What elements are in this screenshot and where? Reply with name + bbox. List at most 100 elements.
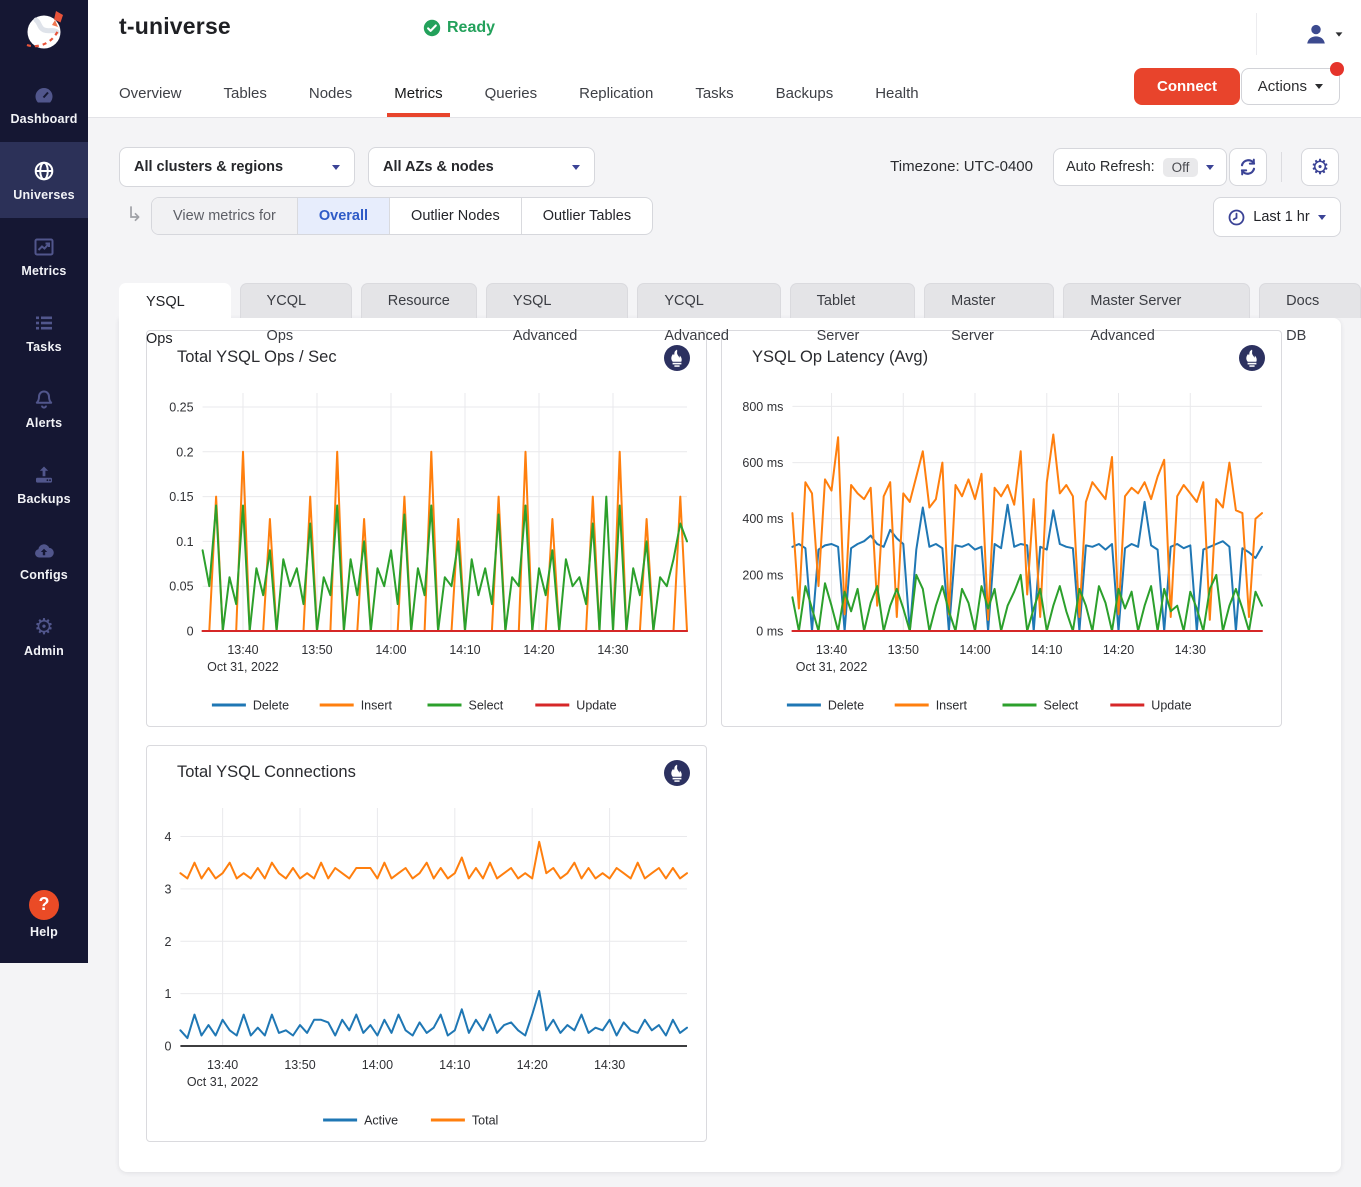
metrics-panel: Total YSQL Ops / Sec 0.250.20.150.10.050… (119, 318, 1341, 1172)
settings-button[interactable]: ⚙ (1301, 148, 1339, 186)
view-metrics-label: View metrics for (152, 198, 298, 234)
status-badge: Ready (423, 19, 495, 37)
universes-globe-icon (32, 159, 56, 183)
page-title: t-universe (119, 13, 231, 40)
connect-button[interactable]: Connect (1134, 68, 1240, 105)
actions-button[interactable]: Actions (1241, 68, 1340, 105)
tab-label: Nodes (309, 85, 352, 102)
tab-replication[interactable]: Replication (558, 85, 674, 117)
sidebar-item-alerts[interactable]: Alerts (0, 370, 88, 446)
tasks-list-icon (32, 311, 56, 335)
svg-text:0.25: 0.25 (169, 400, 193, 414)
view-tab-outlier-nodes[interactable]: Outlier Nodes (390, 198, 522, 234)
tab-tasks[interactable]: Tasks (674, 85, 754, 117)
sidebar: Dashboard Universes Metrics Tasks Alerts (0, 0, 88, 963)
svg-text:13:40: 13:40 (816, 643, 847, 657)
auto-refresh-label: Auto Refresh: (1066, 159, 1155, 175)
toolbar-divider (1281, 152, 1282, 182)
view-tab-outlier-tables[interactable]: Outlier Tables (522, 198, 652, 234)
svg-text:14:00: 14:00 (959, 643, 990, 657)
svg-text:Select: Select (469, 699, 504, 713)
sidebar-item-backups[interactable]: Backups (0, 446, 88, 522)
auto-refresh-value: Off (1163, 158, 1199, 177)
sidebar-item-tasks[interactable]: Tasks (0, 294, 88, 370)
chevron-down-icon (1318, 215, 1326, 220)
svg-text:14:30: 14:30 (597, 643, 628, 657)
sidebar-item-label: Help (30, 925, 58, 939)
line-chart-ysql-op-latency[interactable]: 800 ms600 ms400 ms200 ms0 ms13:40Oct 31,… (732, 381, 1273, 726)
prometheus-icon[interactable] (664, 760, 690, 786)
svg-text:Update: Update (576, 699, 616, 713)
dashboard-icon (32, 83, 56, 107)
svg-text:14:20: 14:20 (517, 1058, 548, 1072)
tab-overview[interactable]: Overview (98, 85, 203, 117)
tab-queries[interactable]: Queries (464, 85, 559, 117)
backups-upload-icon (32, 463, 56, 487)
clusters-regions-select[interactable]: All clusters & regions (119, 147, 355, 187)
metric-tab-ycql-advanced[interactable]: YCQL Advanced (637, 283, 780, 318)
chart-card-total-ysql-connections: Total YSQL Connections 4321013:40Oct 31,… (146, 745, 707, 1142)
svg-text:Oct 31, 2022: Oct 31, 2022 (187, 1075, 259, 1089)
svg-text:13:50: 13:50 (284, 1058, 315, 1072)
alerts-bell-icon (32, 387, 56, 411)
sidebar-item-label: Backups (17, 492, 71, 506)
tab-metrics[interactable]: Metrics (373, 85, 463, 117)
time-range-value: Last 1 hr (1253, 209, 1309, 225)
sidebar-item-admin[interactable]: ⚙ Admin (0, 598, 88, 674)
admin-gear-icon: ⚙ (32, 615, 56, 639)
sidebar-item-help[interactable]: ? Help (0, 879, 88, 949)
metric-tab-ysql-ops[interactable]: YSQL Ops (119, 283, 231, 320)
app-root: Dashboard Universes Metrics Tasks Alerts (0, 0, 1361, 1187)
tab-label: Backups (776, 85, 834, 102)
svg-text:Update: Update (1151, 699, 1191, 713)
az-nodes-select[interactable]: All AZs & nodes (368, 147, 595, 187)
refresh-button[interactable] (1229, 148, 1267, 186)
svg-text:Total: Total (472, 1114, 498, 1128)
tab-backups[interactable]: Backups (755, 85, 855, 117)
metric-tab-ysql-advanced[interactable]: YSQL Advanced (486, 283, 629, 318)
line-chart-total-ysql-ops[interactable]: 0.250.20.150.10.05013:40Oct 31, 202213:5… (157, 381, 698, 726)
svg-text:0.15: 0.15 (169, 490, 193, 504)
sidebar-item-dashboard[interactable]: Dashboard (0, 66, 88, 142)
line-chart-total-ysql-connections[interactable]: 4321013:40Oct 31, 202213:5014:0014:1014:… (157, 796, 698, 1141)
metric-tab-docs-db[interactable]: Docs DB (1259, 283, 1361, 318)
tab-tables[interactable]: Tables (203, 85, 288, 117)
metric-tab-master-server[interactable]: Master Server (924, 283, 1054, 318)
rocket-planet-logo-icon (16, 4, 72, 62)
svg-text:0.1: 0.1 (176, 535, 193, 549)
time-range-select[interactable]: Last 1 hr (1213, 197, 1341, 237)
metric-tab-tablet-server[interactable]: Tablet Server (790, 283, 915, 318)
metric-tab-ycql-ops[interactable]: YCQL Ops (240, 283, 352, 318)
svg-text:14:10: 14:10 (439, 1058, 470, 1072)
svg-text:0.2: 0.2 (176, 445, 193, 459)
sidebar-item-universes[interactable]: Universes (0, 142, 88, 218)
tab-label: Replication (579, 85, 653, 102)
auto-refresh-control[interactable]: Auto Refresh: Off (1053, 148, 1227, 186)
svg-text:800 ms: 800 ms (742, 400, 783, 414)
user-menu[interactable] (1256, 13, 1343, 55)
tab-label: Queries (485, 85, 538, 102)
sidebar-item-configs[interactable]: Configs (0, 522, 88, 598)
clusters-regions-value: All clusters & regions (134, 159, 283, 175)
svg-text:0 ms: 0 ms (756, 625, 783, 639)
svg-text:3: 3 (164, 882, 171, 896)
tab-nodes[interactable]: Nodes (288, 85, 373, 117)
tab-label: Metrics (394, 85, 442, 102)
metric-tab-master-server-advanced[interactable]: Master Server Advanced (1063, 283, 1250, 318)
svg-text:Insert: Insert (936, 699, 968, 713)
svg-text:13:40: 13:40 (227, 643, 258, 657)
prometheus-icon[interactable] (1239, 345, 1265, 371)
chevron-down-icon (332, 165, 340, 170)
chevron-down-icon (1206, 165, 1214, 170)
view-tab-overall[interactable]: Overall (298, 198, 390, 234)
svg-text:14:10: 14:10 (1031, 643, 1062, 657)
svg-text:13:50: 13:50 (301, 643, 332, 657)
sidebar-item-metrics[interactable]: Metrics (0, 218, 88, 294)
chevron-down-icon (572, 165, 580, 170)
svg-text:600 ms: 600 ms (742, 456, 783, 470)
app-logo[interactable] (0, 0, 88, 66)
svg-text:Active: Active (364, 1114, 398, 1128)
metric-tab-resource[interactable]: Resource (361, 283, 477, 318)
az-nodes-value: All AZs & nodes (383, 159, 494, 175)
tab-health[interactable]: Health (854, 85, 939, 117)
